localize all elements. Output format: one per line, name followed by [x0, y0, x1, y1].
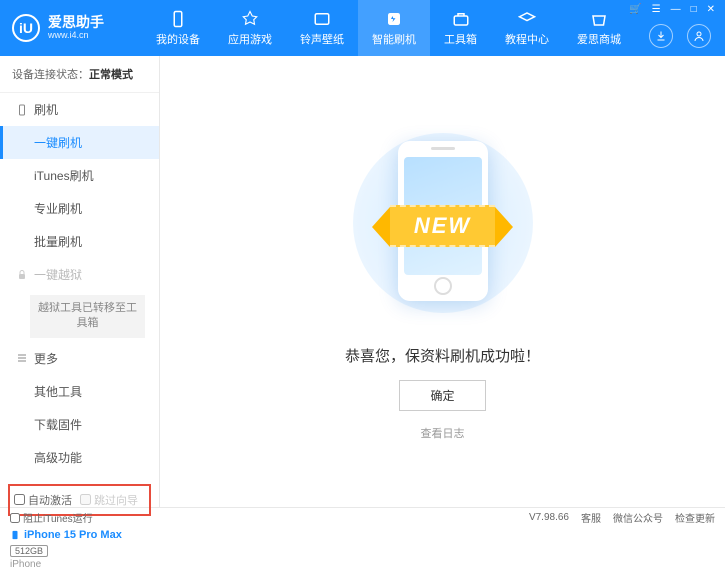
- tab-apps[interactable]: 应用游戏: [214, 0, 286, 56]
- link-wechat[interactable]: 微信公众号: [613, 510, 663, 525]
- toolbox-icon: [452, 10, 470, 28]
- tab-label: 我的设备: [156, 31, 200, 47]
- success-message: 恭喜您，保资料刷机成功啦！: [345, 345, 540, 366]
- download-button[interactable]: [649, 24, 673, 48]
- new-ribbon: NEW: [390, 205, 495, 247]
- version-label: V7.98.66: [529, 512, 569, 523]
- minimize-icon[interactable]: —: [671, 4, 681, 15]
- link-support[interactable]: 客服: [581, 510, 601, 525]
- sidebar-item-batch[interactable]: 批量刷机: [0, 225, 159, 258]
- tab-store[interactable]: 爱思商城: [563, 0, 635, 56]
- app-header: iU 爱思助手 www.i4.cn 我的设备 应用游戏 铃声壁纸 智能刷机 工具…: [0, 0, 725, 56]
- app-icon: [241, 10, 259, 28]
- phone-icon: [169, 10, 187, 28]
- device-name[interactable]: iPhone 15 Pro Max: [10, 528, 149, 542]
- sidebar-item-pro[interactable]: 专业刷机: [0, 192, 159, 225]
- flash-icon: [385, 10, 403, 28]
- store-icon: [590, 10, 608, 28]
- list-icon: [16, 352, 28, 364]
- tab-ringtones[interactable]: 铃声壁纸: [286, 0, 358, 56]
- cart-icon[interactable]: 🛒: [629, 4, 641, 15]
- checkbox-auto-activate[interactable]: 自动激活: [14, 492, 72, 508]
- main-content: NEW 恭喜您，保资料刷机成功啦！ 确定 查看日志: [160, 56, 725, 507]
- app-url: www.i4.cn: [48, 31, 104, 41]
- tab-label: 爱思商城: [577, 31, 621, 47]
- sidebar-item-advanced[interactable]: 高级功能: [0, 441, 159, 474]
- tab-my-device[interactable]: 我的设备: [142, 0, 214, 56]
- nav-tabs: 我的设备 应用游戏 铃声壁纸 智能刷机 工具箱 教程中心 爱思商城: [142, 0, 713, 56]
- sidebar-item-itunes[interactable]: iTunes刷机: [0, 159, 159, 192]
- device-info: iPhone 15 Pro Max 512GB iPhone: [0, 522, 159, 576]
- tab-label: 智能刷机: [372, 31, 416, 47]
- connection-status: 设备连接状态：正常模式: [0, 56, 159, 93]
- maximize-icon[interactable]: □: [691, 4, 697, 15]
- tab-flash[interactable]: 智能刷机: [358, 0, 430, 56]
- menu-icon[interactable]: ☰: [652, 4, 661, 15]
- tab-toolbox[interactable]: 工具箱: [430, 0, 491, 56]
- tab-label: 应用游戏: [228, 31, 272, 47]
- image-icon: [313, 10, 331, 28]
- window-controls: 🛒 ☰ — □ ✕: [629, 4, 715, 15]
- logo: iU 爱思助手 www.i4.cn: [12, 14, 142, 42]
- checkbox-skip-guide[interactable]: 跳过向导: [80, 492, 138, 508]
- checkbox-block-itunes[interactable]: 阻止iTunes运行: [10, 510, 93, 525]
- tab-label: 铃声壁纸: [300, 31, 344, 47]
- section-flash[interactable]: 刷机: [0, 93, 159, 126]
- app-name: 爱思助手: [48, 15, 104, 30]
- tab-label: 工具箱: [444, 31, 477, 47]
- sidebar-item-oneclick[interactable]: 一键刷机: [0, 126, 159, 159]
- sidebar-item-othertools[interactable]: 其他工具: [0, 375, 159, 408]
- section-more[interactable]: 更多: [0, 342, 159, 375]
- view-log-link[interactable]: 查看日志: [421, 425, 465, 441]
- link-update[interactable]: 检查更新: [675, 510, 715, 525]
- ok-button[interactable]: 确定: [399, 380, 485, 411]
- jailbreak-moved-note[interactable]: 越狱工具已转移至工具箱: [30, 295, 145, 338]
- tab-tutorials[interactable]: 教程中心: [491, 0, 563, 56]
- storage-badge: 512GB: [10, 545, 48, 557]
- tab-label: 教程中心: [505, 31, 549, 47]
- close-icon[interactable]: ✕: [707, 4, 715, 15]
- user-button[interactable]: [687, 24, 711, 48]
- phone-small-icon: [16, 104, 28, 116]
- section-jailbreak: 一键越狱: [0, 258, 159, 291]
- sidebar-item-firmware[interactable]: 下载固件: [0, 408, 159, 441]
- lock-icon: [16, 269, 28, 281]
- device-type: iPhone: [10, 559, 149, 570]
- logo-icon: iU: [12, 14, 40, 42]
- sidebar: 设备连接状态：正常模式 刷机 一键刷机 iTunes刷机 专业刷机 批量刷机 一…: [0, 56, 160, 507]
- graduation-icon: [518, 10, 536, 28]
- success-illustration: NEW: [343, 123, 543, 323]
- device-phone-icon: [10, 528, 20, 542]
